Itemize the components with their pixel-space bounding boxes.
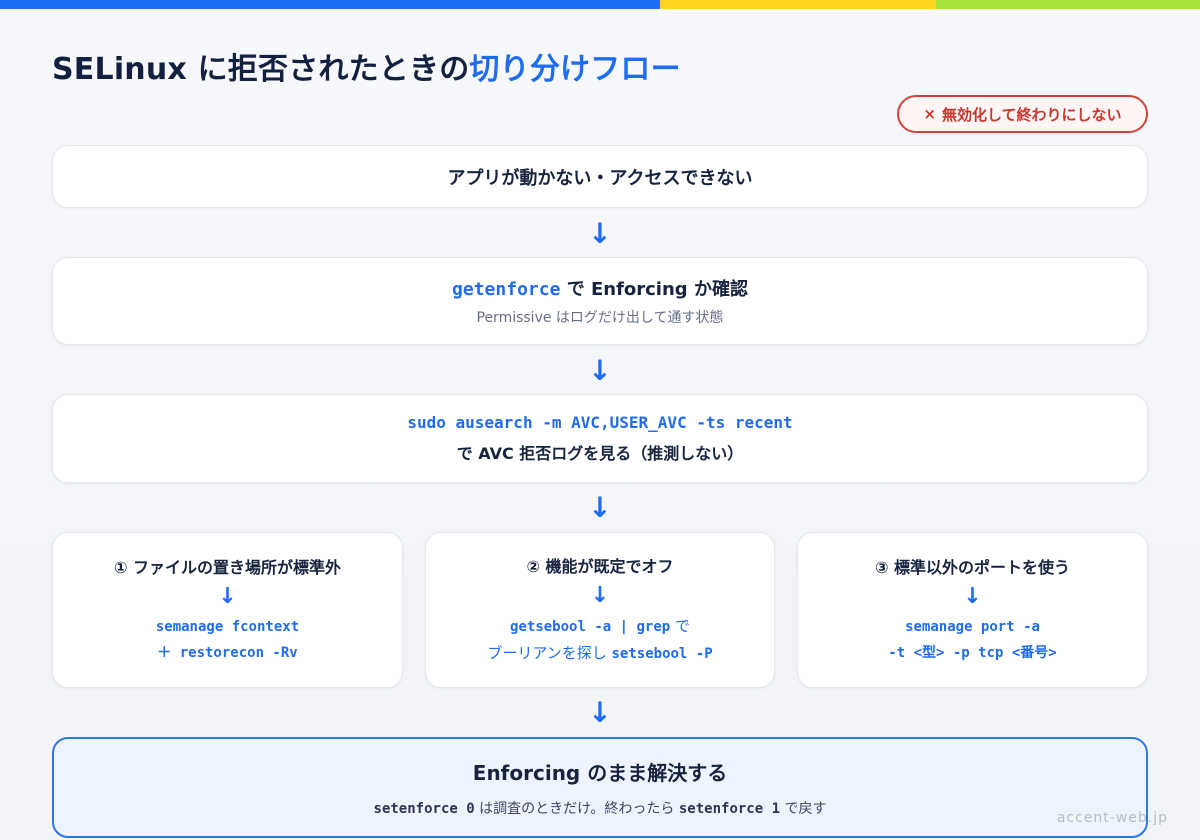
watermark: accent-web.jp: [1056, 810, 1168, 826]
branch-card-boolean: ② 機能が既定でオフ ↓ getsebool -a | grep で ブーリアン…: [425, 532, 775, 688]
final-note-text: で戻す: [780, 801, 827, 817]
step-symptom-text: アプリが動かない・アクセスできない: [447, 167, 753, 189]
final-note: setenforce 0 は調査のときだけ。終わったら setenforce 1…: [374, 798, 827, 818]
branch-title: ③ 標準以外のポートを使う: [874, 558, 1071, 577]
page-title: SELinux に拒否されたときの切り分けフロー: [52, 44, 681, 88]
ausearch-command: sudo ausearch -m AVC,USER_AVC -ts recent: [407, 413, 793, 432]
step-getenforce-line: getenforce で Enforcing か確認: [452, 275, 748, 301]
flow-arrow-down-icon: ↓: [588, 491, 612, 524]
branch-command: setsebool -P: [611, 646, 713, 662]
top-bar-blue-segment: [0, 0, 660, 9]
flow-arrow-down-icon: ↓: [588, 696, 612, 729]
branch-command-line: ブーリアンを探し setsebool -P: [487, 640, 712, 667]
close-icon: ×: [923, 105, 936, 123]
final-note-text: は調査のときだけ。終わったら: [474, 801, 679, 817]
branch-arrow-down-icon: ↓: [963, 584, 982, 609]
branch-command: semanage port -a: [905, 619, 1040, 635]
getenforce-command: getenforce: [452, 279, 561, 300]
branch-card-port: ③ 標準以外のポートを使う ↓ semanage port -a -t <型> …: [797, 532, 1148, 688]
branch-text: で: [670, 617, 690, 635]
branch-title: ② 機能が既定でオフ: [526, 557, 674, 576]
branch-command: getsebool -a | grep: [510, 619, 671, 635]
flow-arrow-down-icon: ↓: [588, 217, 612, 250]
flow-arrow-down-icon: ↓: [588, 354, 612, 387]
final-title: Enforcing のまま解決する: [472, 761, 728, 785]
final-card-resolve: Enforcing のまま解決する setenforce 0 は調査のときだけ。…: [52, 737, 1148, 838]
branch-text: ブーリアンを探し: [487, 644, 612, 662]
title-prefix: SELinux に拒否されたときの: [52, 52, 470, 87]
branch-command: -t <型> -p tcp <番号>: [888, 645, 1057, 661]
top-bar-green-segment: [936, 0, 1200, 9]
top-color-bar: [0, 0, 1200, 9]
branch-title: ① ファイルの置き場所が標準外: [113, 558, 342, 577]
warning-badge-label: 無効化して終わりにしない: [942, 105, 1122, 124]
branch-arrow-down-icon: ↓: [590, 583, 610, 608]
step-card-ausearch: sudo ausearch -m AVC,USER_AVC -ts recent…: [52, 394, 1148, 483]
branch-command-line: getsebool -a | grep で: [510, 613, 690, 640]
branch-arrow-down-icon: ↓: [218, 584, 237, 609]
branch-command: ＋ restorecon -Rv: [157, 645, 298, 661]
step-card-symptom: アプリが動かない・アクセスできない: [52, 145, 1148, 208]
branch-card-file-context: ① ファイルの置き場所が標準外 ↓ semanage fcontext ＋ re…: [52, 532, 403, 688]
top-bar-yellow-segment: [660, 0, 936, 9]
step-getenforce-note: Permissive はログだけ出して通す状態: [476, 310, 724, 326]
setenforce-1-command: setenforce 1: [678, 801, 781, 817]
setenforce-0-command: setenforce 0: [373, 801, 475, 817]
step-ausearch-text: で AVC 拒否ログを見る（推測しない）: [456, 444, 744, 463]
step-getenforce-text: で Enforcing か確認: [560, 279, 748, 300]
title-accent: 切り分けフロー: [469, 52, 681, 87]
step-card-getenforce: getenforce で Enforcing か確認 Permissive はロ…: [52, 257, 1148, 345]
branch-command: semanage fcontext: [155, 619, 300, 635]
warning-badge: × 無効化して終わりにしない: [897, 95, 1148, 133]
